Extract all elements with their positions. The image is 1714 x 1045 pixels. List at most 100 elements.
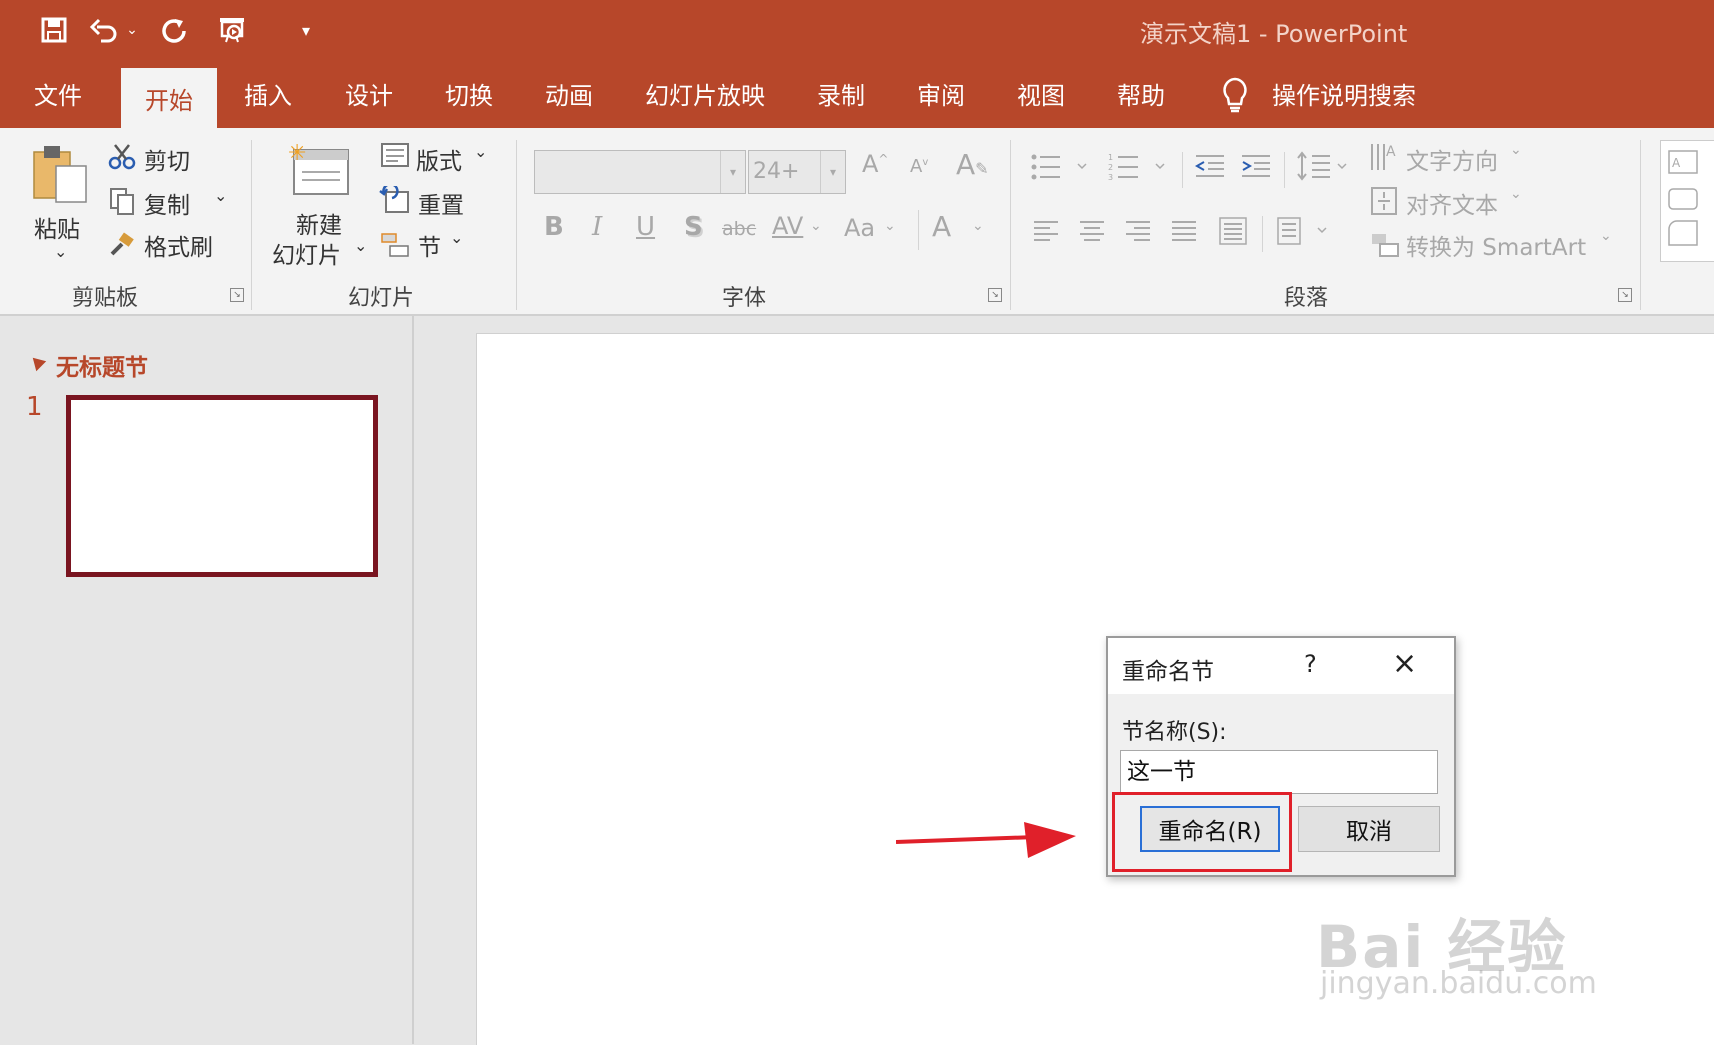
new-slide-icon[interactable]: ✳ — [286, 140, 352, 204]
justify-icon[interactable] — [1170, 218, 1198, 248]
shapes-gallery[interactable]: A — [1660, 140, 1714, 262]
tab-file[interactable]: 文件 — [34, 76, 82, 111]
section-name-input[interactable]: 这一节 — [1120, 750, 1438, 794]
slides-group-label: 幻灯片 — [348, 286, 415, 311]
para-inner-separator — [1262, 216, 1263, 252]
align-center-icon[interactable] — [1078, 218, 1106, 248]
text-direction-dropdown-icon[interactable]: ⌄ — [1510, 142, 1522, 158]
copy-dropdown-icon[interactable]: ⌄ — [214, 186, 227, 205]
clear-formatting-icon[interactable]: A✎ — [956, 148, 989, 181]
reset-button[interactable]: 重置 — [418, 186, 464, 220]
slide-number: 1 — [26, 392, 43, 422]
format-painter-button[interactable]: 格式刷 — [144, 228, 213, 262]
text-direction-button[interactable]: 文字方向 — [1406, 142, 1498, 176]
help-icon[interactable]: ? — [1304, 650, 1317, 678]
font-inner-separator — [918, 210, 919, 250]
char-spacing-dropdown-icon[interactable]: ⌄ — [810, 218, 822, 234]
smartart-icon — [1370, 232, 1400, 262]
italic-button[interactable]: I — [592, 212, 602, 242]
paste-icon[interactable] — [30, 142, 92, 210]
align-text-dropdown-icon[interactable]: ⌄ — [1510, 186, 1522, 202]
bullets-icon[interactable] — [1030, 152, 1090, 186]
change-case-button[interactable]: Aa — [844, 214, 875, 242]
ribbon: 粘贴 ⌄ 剪切 复制 ⌄ 格式刷 剪贴板 ↘ ✳ 新建 幻灯片 ⌄ 版式 ⌄ 重… — [0, 128, 1714, 316]
paste-dropdown-icon[interactable]: ⌄ — [54, 242, 67, 261]
save-icon[interactable] — [36, 12, 72, 48]
tab-record[interactable]: 录制 — [817, 76, 865, 111]
svg-text:2: 2 — [1108, 163, 1113, 172]
font-color-button[interactable]: A — [932, 210, 951, 243]
increase-indent-icon[interactable] — [1240, 152, 1272, 184]
numbering-icon[interactable]: 123 — [1108, 152, 1168, 186]
change-case-dropdown-icon[interactable]: ⌄ — [884, 218, 896, 234]
columns-icon[interactable] — [1276, 216, 1332, 250]
dialog-titlebar: 重命名节 ? × — [1108, 638, 1454, 694]
strikethrough-button[interactable]: abc — [722, 218, 756, 240]
section-button[interactable]: 节 — [418, 228, 441, 262]
align-left-icon[interactable] — [1032, 218, 1060, 248]
bold-button[interactable]: B — [544, 212, 564, 242]
clipboard-launcher-icon[interactable]: ↘ — [230, 288, 244, 302]
annotation-highlight-box — [1112, 792, 1292, 872]
new-slide-button[interactable]: 新建 — [296, 206, 342, 240]
present-icon[interactable] — [214, 12, 250, 48]
tab-design[interactable]: 设计 — [345, 76, 393, 111]
tab-animations[interactable]: 动画 — [545, 76, 593, 111]
tab-slideshow[interactable]: 幻灯片放映 — [645, 76, 765, 111]
align-right-icon[interactable] — [1124, 218, 1152, 248]
paragraph-launcher-icon[interactable]: ↘ — [1618, 288, 1632, 302]
undo-dropdown-icon[interactable]: ⌄ — [122, 12, 142, 48]
layout-icon — [380, 142, 410, 172]
collapse-section-icon[interactable] — [27, 352, 47, 372]
para-inner-separator — [1284, 152, 1285, 188]
distributed-icon[interactable] — [1218, 216, 1248, 250]
font-name-combo[interactable]: ▾ — [534, 150, 746, 194]
tab-transitions[interactable]: 切换 — [445, 76, 493, 111]
section-name-label: 节名称(S): — [1122, 720, 1227, 745]
svg-text:1: 1 — [1108, 153, 1113, 162]
font-size-combo[interactable]: 24+ ▾ — [748, 150, 846, 194]
tab-review[interactable]: 审阅 — [917, 76, 965, 111]
char-spacing-button[interactable]: AV — [772, 212, 803, 240]
lightbulb-icon[interactable] — [1220, 76, 1250, 118]
group-separator — [251, 140, 252, 310]
close-icon[interactable]: × — [1392, 646, 1417, 681]
cut-button[interactable]: 剪切 — [144, 142, 190, 176]
repeat-icon[interactable] — [156, 12, 192, 48]
slide-thumbnail[interactable] — [66, 395, 378, 577]
underline-button[interactable]: U — [636, 212, 655, 242]
layout-dropdown-icon[interactable]: ⌄ — [474, 142, 487, 161]
layout-button[interactable]: 版式 — [416, 142, 462, 176]
smartart-dropdown-icon[interactable]: ⌄ — [1600, 228, 1612, 244]
shadow-button[interactable]: S — [684, 212, 703, 242]
new-slide-dropdown-icon[interactable]: ⌄ — [354, 236, 367, 255]
slides-pane: 无标题节 1 — [0, 316, 414, 1044]
align-text-button[interactable]: 对齐文本 — [1406, 186, 1498, 220]
tab-help[interactable]: 帮助 — [1117, 76, 1165, 111]
tab-insert[interactable]: 插入 — [244, 76, 292, 111]
svg-text:3: 3 — [1108, 173, 1113, 182]
clipboard-group-label: 剪贴板 — [72, 286, 139, 311]
svg-text:A: A — [1386, 144, 1396, 160]
convert-smartart-button[interactable]: 转换为 SmartArt — [1406, 228, 1586, 262]
title-bar: ⌄ ▾ 演示文稿1 - PowerPoint — [0, 0, 1714, 62]
font-color-dropdown-icon[interactable]: ⌄ — [972, 218, 984, 234]
grow-font-icon[interactable]: A^ — [862, 150, 888, 178]
paste-button[interactable]: 粘贴 — [34, 210, 80, 244]
copy-button[interactable]: 复制 — [144, 186, 190, 220]
section-title[interactable]: 无标题节 — [56, 348, 148, 382]
ribbon-tabs: 文件 开始 插入 设计 切换 动画 幻灯片放映 录制 审阅 视图 帮助 操作说明… — [0, 62, 1714, 128]
customize-qat-icon[interactable]: ▾ — [296, 12, 316, 48]
decrease-indent-icon[interactable] — [1194, 152, 1226, 184]
undo-icon[interactable] — [86, 12, 122, 48]
font-launcher-icon[interactable]: ↘ — [988, 288, 1002, 302]
tab-home[interactable]: 开始 — [121, 68, 217, 128]
cancel-button[interactable]: 取消 — [1298, 806, 1440, 852]
tell-me-search[interactable]: 操作说明搜索 — [1272, 76, 1416, 111]
tab-view[interactable]: 视图 — [1017, 76, 1065, 111]
new-slide-label[interactable]: 幻灯片 — [272, 236, 341, 270]
section-dropdown-icon[interactable]: ⌄ — [450, 228, 463, 247]
shrink-font-icon[interactable]: Av — [910, 156, 928, 177]
para-inner-separator — [1182, 152, 1183, 188]
line-spacing-icon[interactable] — [1296, 150, 1356, 186]
